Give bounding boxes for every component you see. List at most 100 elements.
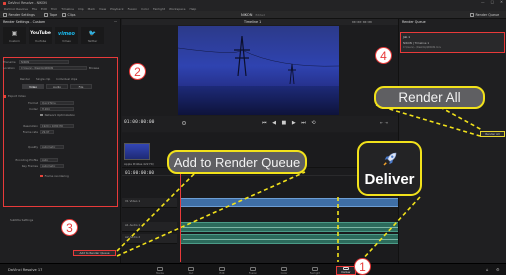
codec-select[interactable]: H.264 bbox=[40, 107, 74, 111]
add-to-render-queue-button[interactable]: Add to Render Queue bbox=[73, 250, 116, 256]
menu-view[interactable]: View bbox=[99, 7, 106, 11]
menu-davinci[interactable]: DaVinci Resolve bbox=[4, 7, 28, 11]
twitter-bird-icon: 🐦 bbox=[88, 30, 97, 37]
track-a1-name: A1 bbox=[125, 223, 129, 227]
track-header-v1[interactable]: V1 Video 1 bbox=[122, 198, 177, 208]
audio-icon[interactable] bbox=[182, 121, 186, 125]
subtitle-settings-label[interactable]: Subtitle Settings bbox=[10, 218, 33, 222]
playback-controls[interactable]: ⏮ ◀ ■ ▶ ⏭ ⟲ bbox=[262, 120, 318, 126]
video-preview bbox=[178, 26, 339, 115]
track-a1-label: Audio 1 bbox=[129, 223, 141, 227]
filename-input[interactable]: NIKON bbox=[19, 60, 69, 64]
track-header-a2[interactable]: A2 Audio 2 bbox=[122, 234, 177, 244]
deliver-rocket-icon bbox=[343, 266, 349, 270]
render-single-clip[interactable]: Single clip bbox=[36, 77, 50, 81]
resolution-select[interactable]: 1920 x 1080 HD bbox=[40, 124, 74, 128]
quality-option[interactable]: Automatic bbox=[40, 145, 64, 149]
menu-help[interactable]: Help bbox=[189, 7, 196, 11]
fusion-icon bbox=[250, 266, 256, 271]
job-detail: NIKON | Timeline 1 bbox=[403, 41, 430, 45]
menu-workspace[interactable]: Workspace bbox=[169, 7, 185, 11]
tab-video[interactable]: Video bbox=[22, 84, 44, 89]
render-settings-title: Render Settings - Custom bbox=[3, 20, 46, 24]
format-label: Format bbox=[28, 101, 38, 105]
toolbar: Render Settings Tape Clips NIKON Edited R… bbox=[0, 11, 506, 19]
fairlight-icon bbox=[312, 266, 318, 271]
track-v1-label: Video 1 bbox=[129, 199, 141, 203]
settings-gear-icon[interactable]: ⚙ bbox=[496, 267, 500, 272]
rocket-icon bbox=[382, 152, 396, 166]
preset-twitter[interactable]: 🐦 Twitter bbox=[81, 27, 104, 44]
menu-timeline[interactable]: Timeline bbox=[61, 7, 74, 11]
menu-fusion[interactable]: Fusion bbox=[128, 7, 138, 11]
page-tab-fusion[interactable]: Fusion bbox=[243, 266, 263, 275]
codec-label: Codec bbox=[29, 107, 38, 111]
render-queue-icon bbox=[470, 13, 474, 17]
menu-mark[interactable]: Mark bbox=[88, 7, 95, 11]
page-tab-deliver[interactable]: Deliver bbox=[336, 265, 356, 275]
page-tab-edit[interactable]: Edit bbox=[212, 266, 232, 275]
format-select[interactable]: QuickTime bbox=[40, 101, 74, 105]
menu-trim[interactable]: Trim bbox=[51, 7, 57, 11]
in-out-icon[interactable]: ⇤ ⇥ bbox=[380, 120, 388, 125]
track-a2-name: A2 bbox=[125, 235, 129, 239]
job-path: C:\Users\...\Desktop\NIKON.mov bbox=[403, 46, 442, 49]
track-header-a1[interactable]: A1 Audio 1 bbox=[122, 222, 177, 232]
browse-button[interactable]: Browse bbox=[89, 66, 99, 70]
deliver-callout-label: Deliver bbox=[364, 170, 415, 188]
media-icon bbox=[157, 266, 163, 271]
custom-preset-icon: ▣ bbox=[11, 30, 18, 37]
preset-vimeo[interactable]: vimeo Vimeo bbox=[55, 27, 78, 44]
clip-codec-label: Apple ProRes 422 HQ bbox=[124, 162, 154, 166]
job-title: Job 1 bbox=[403, 35, 410, 39]
network-optimization-label: Network Optimization bbox=[44, 113, 76, 117]
tab-audio[interactable]: Audio bbox=[46, 84, 68, 89]
step-number-4: 4 bbox=[375, 47, 392, 64]
menu-edit[interactable]: Edit bbox=[41, 7, 47, 11]
render-all-button[interactable]: Render All bbox=[480, 131, 505, 137]
render-queue-header: Render Queue bbox=[402, 20, 426, 24]
window-title: DaVinci Resolve - NIKON bbox=[8, 1, 47, 5]
more-options-icon[interactable]: ··· bbox=[114, 20, 117, 24]
menu-file[interactable]: File bbox=[32, 7, 37, 11]
power-line-towers bbox=[178, 35, 339, 85]
render-queue-label: Render Queue bbox=[475, 13, 500, 17]
preset-strip: ▣ Custom YouTube YouTube vimeo Vimeo 🐦 T… bbox=[0, 25, 120, 47]
key-frames-option[interactable]: Automatic bbox=[40, 164, 64, 168]
export-video-checkbox[interactable] bbox=[3, 94, 6, 98]
preset-custom-label: Custom bbox=[9, 39, 20, 43]
clip-thumbnail[interactable] bbox=[124, 143, 150, 160]
location-input[interactable]: C:\Users\...\Desktop\NIKON bbox=[19, 66, 87, 70]
network-optimization-checkbox[interactable] bbox=[40, 113, 43, 117]
render-label: Render bbox=[20, 77, 30, 81]
page-tab-cut[interactable]: Cut bbox=[181, 266, 201, 275]
key-frames-label: Key Frames bbox=[21, 164, 38, 168]
render-job-item[interactable]: Job 1 NIKON | Timeline 1 C:\Users\...\De… bbox=[400, 32, 505, 53]
render-queue-toggle[interactable]: Render Queue bbox=[470, 13, 499, 18]
menu-fairlight[interactable]: Fairlight bbox=[153, 7, 165, 11]
menu-playback[interactable]: Playback bbox=[110, 7, 123, 11]
render-individual-clips[interactable]: Individual clips bbox=[56, 77, 77, 81]
menu-clip[interactable]: Clip bbox=[78, 7, 84, 11]
preset-twitter-label: Twitter bbox=[87, 39, 98, 43]
playhead[interactable] bbox=[180, 168, 181, 262]
preset-youtube[interactable]: YouTube YouTube bbox=[29, 27, 52, 44]
frame-rate-select[interactable]: 29.97 bbox=[40, 130, 54, 134]
quality-label: Quality bbox=[28, 145, 38, 149]
menu-color[interactable]: Color bbox=[141, 7, 149, 11]
page-tab-fairlight[interactable]: Fairlight bbox=[305, 266, 325, 275]
viewer-timecode-top: 00:00:00:00 bbox=[352, 20, 372, 24]
viewer-timecode: 01:00:00:00 bbox=[124, 120, 155, 125]
vimeo-logo-icon: vimeo bbox=[57, 30, 75, 37]
tab-file[interactable]: File bbox=[70, 84, 92, 89]
page-tab-media[interactable]: Media bbox=[150, 266, 170, 275]
viewer-timeline-name[interactable]: Timeline 1 bbox=[244, 20, 261, 24]
page-tab-color[interactable]: Color bbox=[274, 266, 294, 275]
app-name-label: DaVinci Resolve 17 bbox=[8, 267, 43, 272]
frame-reordering-checkbox[interactable] bbox=[40, 174, 43, 178]
preset-custom[interactable]: ▣ Custom bbox=[3, 27, 26, 44]
encoding-profile-select[interactable]: Auto bbox=[40, 158, 58, 162]
filename-label: Filename bbox=[3, 60, 16, 64]
edit-icon bbox=[219, 266, 225, 271]
home-icon[interactable]: ⌂ bbox=[486, 267, 489, 272]
